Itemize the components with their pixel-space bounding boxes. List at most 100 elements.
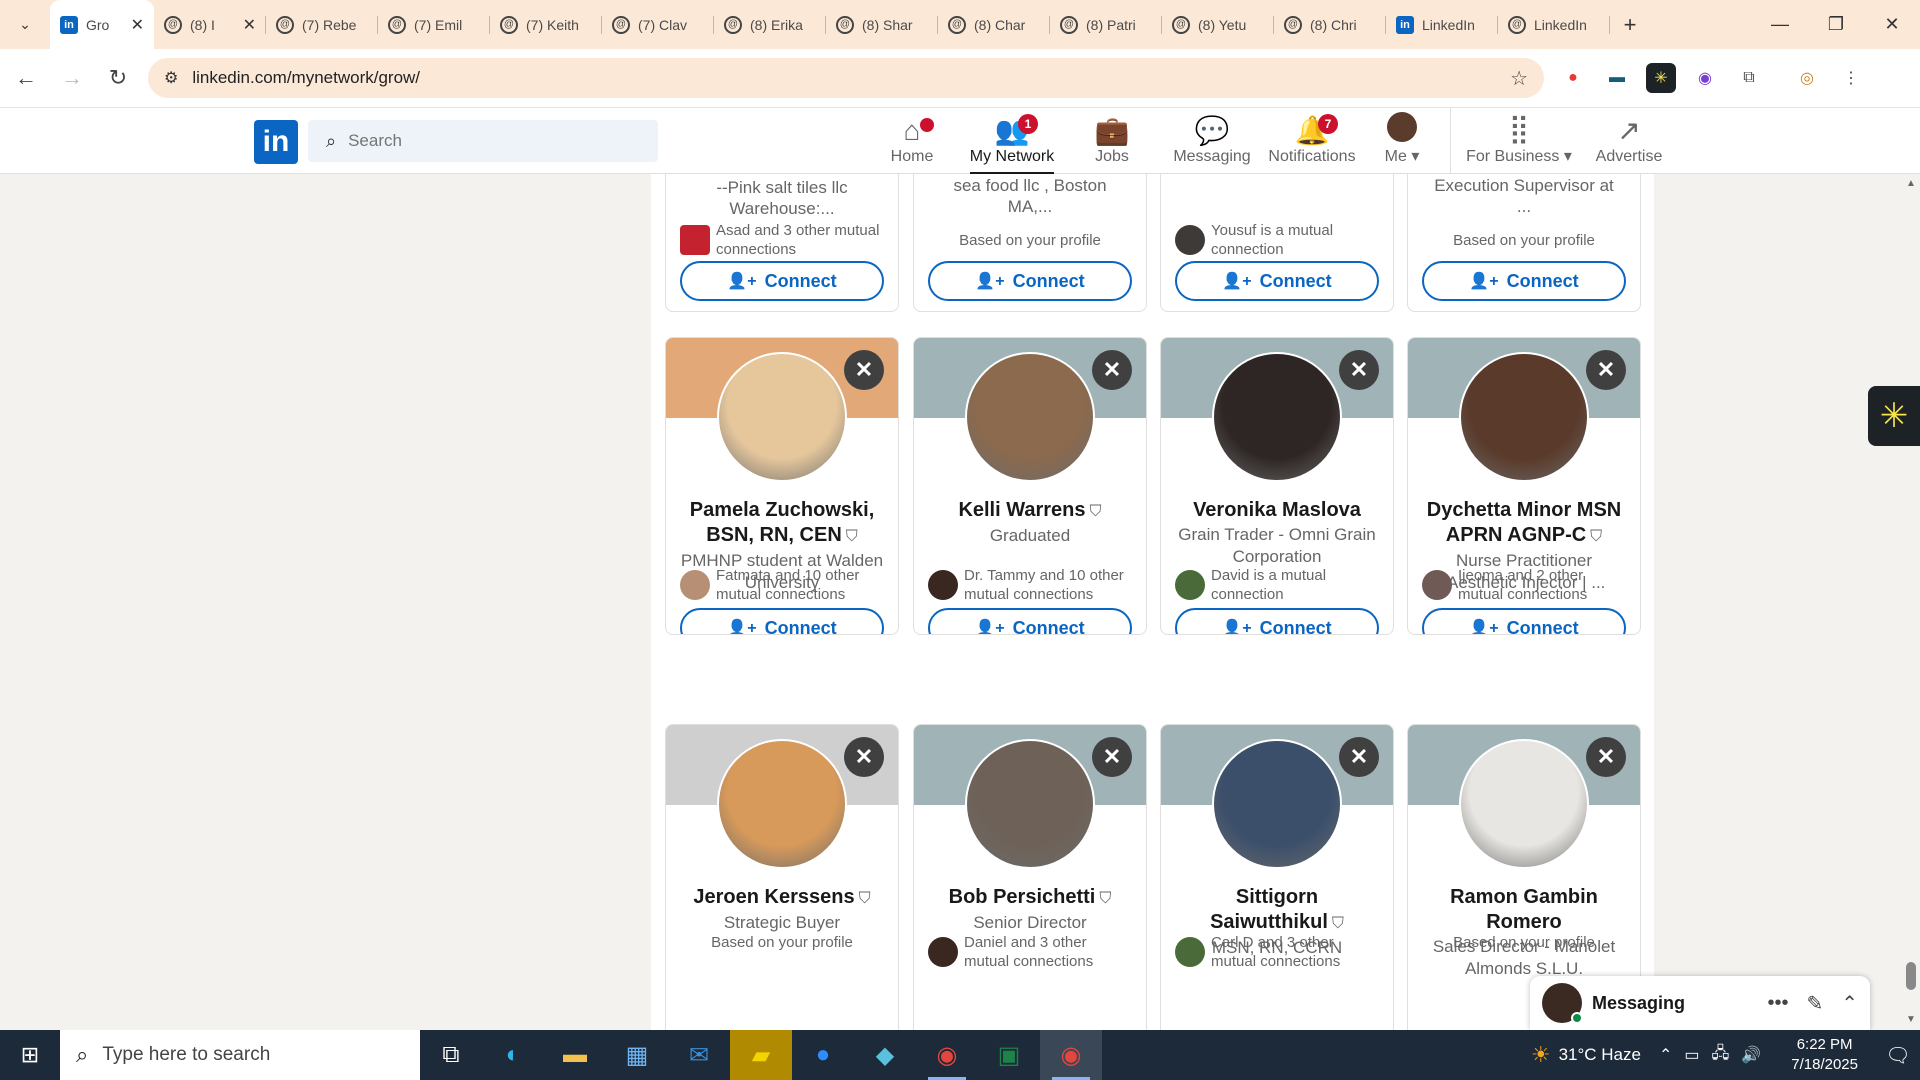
nav-messaging[interactable]: 💬 Messaging: [1162, 108, 1262, 174]
person-card[interactable]: ✕ Kelli Warrens ⛉ Graduated Dr. Tammy and 10…: [913, 337, 1147, 635]
extensions-puzzle-icon[interactable]: ⧉: [1734, 63, 1764, 93]
profile-photo[interactable]: [1212, 739, 1342, 869]
person-name[interactable]: Pamela Zuchowski, BSN, RN, CEN ⛉: [666, 498, 898, 549]
url-text[interactable]: linkedin.com/mynetwork/grow/: [192, 68, 1510, 88]
linkedin-logo[interactable]: in: [254, 120, 298, 164]
extension-card-icon[interactable]: ▬: [1602, 63, 1632, 93]
browser-tab[interactable]: @ (8) Chri: [1274, 0, 1386, 49]
compose-icon[interactable]: ✎: [1806, 991, 1823, 1016]
connect-button[interactable]: 👤+ Connect: [928, 608, 1132, 634]
minimize-button[interactable]: —: [1752, 0, 1808, 49]
browser-tab[interactable]: @ (8) Yetu: [1162, 0, 1274, 49]
browser-tab[interactable]: @ (7) Clav: [602, 0, 714, 49]
dismiss-button[interactable]: ✕: [1092, 737, 1132, 777]
back-button[interactable]: ←: [6, 58, 46, 98]
network-icon[interactable]: 🖧: [1712, 1042, 1730, 1069]
person-card[interactable]: ✕ Sittigorn Saiwutthikul ⛉ MSN, RN, CCRN Car…: [1160, 724, 1394, 1030]
person-card[interactable]: ✕ Dychetta Minor MSN APRN AGNP-C ⛉ Nurse Pr…: [1407, 337, 1641, 635]
profile-photo[interactable]: [965, 352, 1095, 482]
profile-photo[interactable]: [717, 352, 847, 482]
start-button[interactable]: ⊞: [0, 1030, 60, 1080]
mail-icon[interactable]: ✉: [668, 1030, 730, 1080]
chrome-icon[interactable]: ◉: [1040, 1030, 1102, 1080]
profile-photo[interactable]: [1459, 739, 1589, 869]
site-info-icon[interactable]: ⚙: [164, 68, 178, 88]
scroll-thumb[interactable]: [1906, 962, 1916, 990]
nav-for-business[interactable]: ⣿ For Business ▾: [1459, 108, 1579, 174]
dismiss-button[interactable]: ✕: [1586, 737, 1626, 777]
clock[interactable]: 6:22 PM 7/18/2025: [1791, 1035, 1858, 1075]
chevron-up-icon[interactable]: ⌃: [1659, 1045, 1672, 1065]
person-card[interactable]: ✕ Jeroen Kerssens ⛉ Strategic Buyer Based on…: [665, 724, 899, 1030]
linkedin-search[interactable]: ⌕: [308, 120, 658, 162]
excel-icon[interactable]: ▣: [978, 1030, 1040, 1080]
connect-button[interactable]: 👤+ Connect: [928, 261, 1132, 301]
browser-tab[interactable]: @ (8) Erika: [714, 0, 826, 49]
connect-button[interactable]: 👤+ Connect: [1422, 261, 1626, 301]
person-name[interactable]: Dychetta Minor MSN APRN AGNP-C ⛉: [1408, 498, 1640, 549]
person-name[interactable]: Bob Persichetti ⛉: [914, 885, 1146, 911]
browser-tab[interactable]: in Gro ✕: [50, 0, 154, 49]
close-tab-icon[interactable]: ✕: [243, 15, 256, 35]
notification-center-icon[interactable]: 🗨: [1876, 1030, 1920, 1080]
close-window-button[interactable]: ✕: [1864, 0, 1920, 49]
browser-tab[interactable]: @ (7) Emil: [378, 0, 490, 49]
battery-icon[interactable]: ▭: [1684, 1045, 1699, 1065]
file-explorer-icon[interactable]: ▬: [544, 1030, 606, 1080]
person-name[interactable]: Sittigorn Saiwutthikul ⛉: [1161, 885, 1393, 936]
extension-circle-icon[interactable]: ◉: [1690, 63, 1720, 93]
nav-advertise[interactable]: ↗ Advertise: [1579, 108, 1679, 174]
chrome-icon[interactable]: ◉: [916, 1030, 978, 1080]
person-card[interactable]: ✕ Veronika Maslova Grain Trader - Omni Gra…: [1160, 337, 1394, 635]
dismiss-button[interactable]: ✕: [1586, 350, 1626, 390]
profile-photo[interactable]: [1212, 352, 1342, 482]
messaging-panel[interactable]: Messaging ••• ✎ ⌃: [1530, 976, 1870, 1030]
browser-tab[interactable]: @ (8) Patri: [1050, 0, 1162, 49]
connect-button[interactable]: 👤+ Connect: [1175, 261, 1379, 301]
volume-icon[interactable]: 🔊: [1741, 1045, 1761, 1065]
person-name[interactable]: Veronika Maslova: [1161, 498, 1393, 523]
connect-button[interactable]: 👤+ Connect: [680, 261, 884, 301]
more-options-icon[interactable]: •••: [1767, 992, 1788, 1015]
nav-jobs[interactable]: 💼 Jobs: [1062, 108, 1162, 174]
connect-button[interactable]: 👤+ Connect: [1422, 608, 1626, 634]
forward-button[interactable]: →: [52, 58, 92, 98]
tab-search-button[interactable]: ⌄: [0, 0, 50, 49]
task-view-icon[interactable]: ⧉: [420, 1030, 482, 1080]
extension-pokeball-icon[interactable]: ●: [1558, 63, 1588, 93]
dismiss-button[interactable]: ✕: [1339, 737, 1379, 777]
connect-button[interactable]: 👤+ Connect: [680, 608, 884, 634]
nav-my-network[interactable]: 👥 1 My Network: [962, 108, 1062, 174]
browser-tab[interactable]: @ (8) Char: [938, 0, 1050, 49]
zoom-icon[interactable]: ●: [792, 1030, 854, 1080]
search-input[interactable]: [348, 131, 629, 151]
profile-photo[interactable]: [1459, 352, 1589, 482]
nav-notifications[interactable]: 🔔 7 Notifications: [1262, 108, 1362, 174]
browser-tab[interactable]: @ (8) I ✕: [154, 0, 266, 49]
weather-widget[interactable]: ☀ 31°C Haze: [1531, 1042, 1641, 1068]
side-extension-widget[interactable]: ✳: [1868, 386, 1920, 446]
chevron-up-icon[interactable]: ⌃: [1841, 991, 1858, 1016]
person-card[interactable]: ✕ Bob Persichetti ⛉ Senior Director Daniel a…: [913, 724, 1147, 1030]
browser-tab[interactable]: @ (7) Rebe: [266, 0, 378, 49]
profile-photo[interactable]: [965, 739, 1095, 869]
reload-button[interactable]: ↻: [98, 58, 138, 98]
scroll-up-arrow[interactable]: ▲: [1902, 178, 1920, 194]
chrome-menu-icon[interactable]: ⋮: [1836, 63, 1866, 93]
dismiss-button[interactable]: ✕: [844, 737, 884, 777]
sticky-notes-icon[interactable]: ▰: [730, 1030, 792, 1080]
edge-icon[interactable]: ◐: [482, 1030, 544, 1080]
address-bar[interactable]: ⚙ linkedin.com/mynetwork/grow/ ☆: [148, 58, 1544, 98]
person-name[interactable]: Jeroen Kerssens ⛉: [666, 885, 898, 911]
page-scrollbar[interactable]: ▲ ▼: [1902, 174, 1920, 1030]
bookmark-star-icon[interactable]: ☆: [1510, 66, 1528, 91]
browser-tab[interactable]: @ LinkedIn: [1498, 0, 1610, 49]
dismiss-button[interactable]: ✕: [844, 350, 884, 390]
person-card[interactable]: ✕ Pamela Zuchowski, BSN, RN, CEN ⛉ PMHNP st…: [665, 337, 899, 635]
connect-button[interactable]: 👤+ Connect: [1175, 608, 1379, 634]
extension-asterisk-icon[interactable]: ✳: [1646, 63, 1676, 93]
close-tab-icon[interactable]: ✕: [131, 15, 144, 35]
store-icon[interactable]: ▦: [606, 1030, 668, 1080]
nav-me[interactable]: Me ▾: [1362, 108, 1442, 174]
person-name[interactable]: Ramon Gambin Romero: [1408, 885, 1640, 935]
